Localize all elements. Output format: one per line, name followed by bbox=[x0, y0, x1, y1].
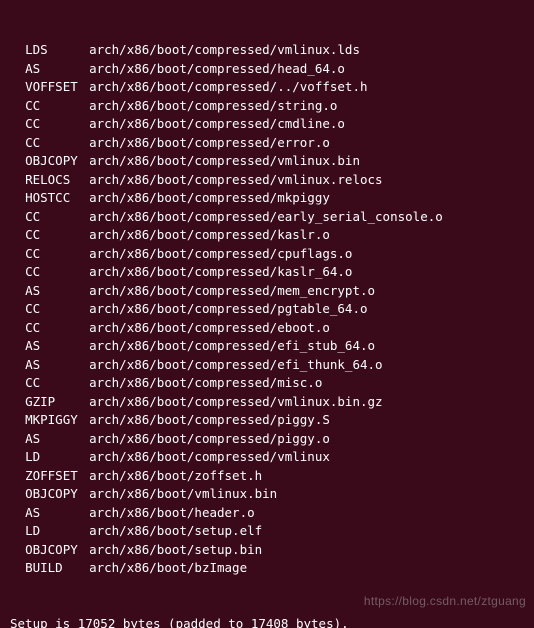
build-path: arch/x86/boot/compressed/vmlinux.lds bbox=[89, 42, 360, 57]
build-line: MKPIGGYarch/x86/boot/compressed/piggy.S bbox=[10, 411, 532, 430]
build-line: VOFFSETarch/x86/boot/compressed/../voffs… bbox=[10, 78, 532, 97]
build-cmd: ZOFFSET bbox=[25, 467, 89, 486]
build-path: arch/x86/boot/compressed/eboot.o bbox=[89, 320, 330, 335]
build-path: arch/x86/boot/compressed/piggy.o bbox=[89, 431, 330, 446]
build-path: arch/x86/boot/compressed/kaslr_64.o bbox=[89, 264, 352, 279]
build-line: LDSarch/x86/boot/compressed/vmlinux.lds bbox=[10, 41, 532, 60]
build-line: ASarch/x86/boot/compressed/head_64.o bbox=[10, 60, 532, 79]
build-cmd: MKPIGGY bbox=[25, 411, 89, 430]
build-line: LDarch/x86/boot/compressed/vmlinux bbox=[10, 448, 532, 467]
build-path: arch/x86/boot/vmlinux.bin bbox=[89, 486, 277, 501]
build-path: arch/x86/boot/compressed/vmlinux bbox=[89, 449, 330, 464]
build-cmd: BUILD bbox=[25, 559, 89, 578]
build-path: arch/x86/boot/compressed/cmdline.o bbox=[89, 116, 345, 131]
build-path: arch/x86/boot/setup.elf bbox=[89, 523, 262, 538]
terminal-output[interactable]: LDSarch/x86/boot/compressed/vmlinux.lds … bbox=[0, 0, 534, 628]
build-cmd: CC bbox=[25, 263, 89, 282]
build-path: arch/x86/boot/compressed/vmlinux.bin.gz bbox=[89, 394, 383, 409]
build-line: CCarch/x86/boot/compressed/kaslr_64.o bbox=[10, 263, 532, 282]
build-line: CCarch/x86/boot/compressed/eboot.o bbox=[10, 319, 532, 338]
build-cmd: CC bbox=[25, 245, 89, 264]
build-line: CCarch/x86/boot/compressed/pgtable_64.o bbox=[10, 300, 532, 319]
build-path: arch/x86/boot/compressed/mkpiggy bbox=[89, 190, 330, 205]
build-line: OBJCOPYarch/x86/boot/vmlinux.bin bbox=[10, 485, 532, 504]
build-path: arch/x86/boot/compressed/error.o bbox=[89, 135, 330, 150]
build-cmd: AS bbox=[25, 356, 89, 375]
build-line: ASarch/x86/boot/compressed/mem_encrypt.o bbox=[10, 282, 532, 301]
build-cmd: CC bbox=[25, 374, 89, 393]
build-line: LDarch/x86/boot/setup.elf bbox=[10, 522, 532, 541]
build-cmd: VOFFSET bbox=[25, 78, 89, 97]
build-path: arch/x86/boot/compressed/head_64.o bbox=[89, 61, 345, 76]
build-path: arch/x86/boot/bzImage bbox=[89, 560, 247, 575]
build-path: arch/x86/boot/zoffset.h bbox=[89, 468, 262, 483]
build-cmd: CC bbox=[25, 300, 89, 319]
build-cmd: CC bbox=[25, 115, 89, 134]
build-path: arch/x86/boot/compressed/efi_stub_64.o bbox=[89, 338, 375, 353]
build-cmd: AS bbox=[25, 430, 89, 449]
build-cmd: OBJCOPY bbox=[25, 485, 89, 504]
build-cmd: OBJCOPY bbox=[25, 152, 89, 171]
build-path: arch/x86/boot/compressed/vmlinux.bin bbox=[89, 153, 360, 168]
build-cmd: OBJCOPY bbox=[25, 541, 89, 560]
build-line: ZOFFSETarch/x86/boot/zoffset.h bbox=[10, 467, 532, 486]
build-cmd: GZIP bbox=[25, 393, 89, 412]
build-line: RELOCSarch/x86/boot/compressed/vmlinux.r… bbox=[10, 171, 532, 190]
build-path: arch/x86/boot/compressed/misc.o bbox=[89, 375, 322, 390]
build-line: CCarch/x86/boot/compressed/error.o bbox=[10, 134, 532, 153]
build-cmd: RELOCS bbox=[25, 171, 89, 190]
build-path: arch/x86/boot/compressed/kaslr.o bbox=[89, 227, 330, 242]
build-path: arch/x86/boot/compressed/vmlinux.relocs bbox=[89, 172, 383, 187]
build-cmd: CC bbox=[25, 208, 89, 227]
build-path: arch/x86/boot/compressed/mem_encrypt.o bbox=[89, 283, 375, 298]
build-line: ASarch/x86/boot/compressed/piggy.o bbox=[10, 430, 532, 449]
build-cmd: LD bbox=[25, 448, 89, 467]
build-line: CCarch/x86/boot/compressed/misc.o bbox=[10, 374, 532, 393]
build-line: BUILDarch/x86/boot/bzImage bbox=[10, 559, 532, 578]
build-cmd: LDS bbox=[25, 41, 89, 60]
build-line: OBJCOPYarch/x86/boot/compressed/vmlinux.… bbox=[10, 152, 532, 171]
build-cmd: AS bbox=[25, 60, 89, 79]
build-path: arch/x86/boot/compressed/piggy.S bbox=[89, 412, 330, 427]
build-line: GZIParch/x86/boot/compressed/vmlinux.bin… bbox=[10, 393, 532, 412]
build-line: ASarch/x86/boot/compressed/efi_thunk_64.… bbox=[10, 356, 532, 375]
build-path: arch/x86/boot/compressed/cpuflags.o bbox=[89, 246, 352, 261]
build-cmd: CC bbox=[25, 97, 89, 116]
build-cmd: CC bbox=[25, 226, 89, 245]
build-path: arch/x86/boot/compressed/string.o bbox=[89, 98, 337, 113]
build-path: arch/x86/boot/compressed/pgtable_64.o bbox=[89, 301, 367, 316]
build-path: arch/x86/boot/compressed/../voffset.h bbox=[89, 79, 367, 94]
build-line: OBJCOPYarch/x86/boot/setup.bin bbox=[10, 541, 532, 560]
build-cmd: CC bbox=[25, 134, 89, 153]
build-path: arch/x86/boot/compressed/early_serial_co… bbox=[89, 209, 443, 224]
build-cmd: AS bbox=[25, 282, 89, 301]
build-line: CCarch/x86/boot/compressed/cmdline.o bbox=[10, 115, 532, 134]
build-line: CCarch/x86/boot/compressed/cpuflags.o bbox=[10, 245, 532, 264]
build-line: ASarch/x86/boot/compressed/efi_stub_64.o bbox=[10, 337, 532, 356]
build-line: HOSTCCarch/x86/boot/compressed/mkpiggy bbox=[10, 189, 532, 208]
build-path: arch/x86/boot/compressed/efi_thunk_64.o bbox=[89, 357, 383, 372]
build-cmd: HOSTCC bbox=[25, 189, 89, 208]
build-line: ASarch/x86/boot/header.o bbox=[10, 504, 532, 523]
build-line: CCarch/x86/boot/compressed/kaslr.o bbox=[10, 226, 532, 245]
build-path: arch/x86/boot/setup.bin bbox=[89, 542, 262, 557]
build-cmd: CC bbox=[25, 319, 89, 338]
build-line: CCarch/x86/boot/compressed/string.o bbox=[10, 97, 532, 116]
build-cmd: LD bbox=[25, 522, 89, 541]
build-path: arch/x86/boot/header.o bbox=[89, 505, 255, 520]
build-line: CCarch/x86/boot/compressed/early_serial_… bbox=[10, 208, 532, 227]
build-cmd: AS bbox=[25, 504, 89, 523]
build-cmd: AS bbox=[25, 337, 89, 356]
status-setup: Setup is 17052 bytes (padded to 17408 by… bbox=[10, 615, 532, 628]
